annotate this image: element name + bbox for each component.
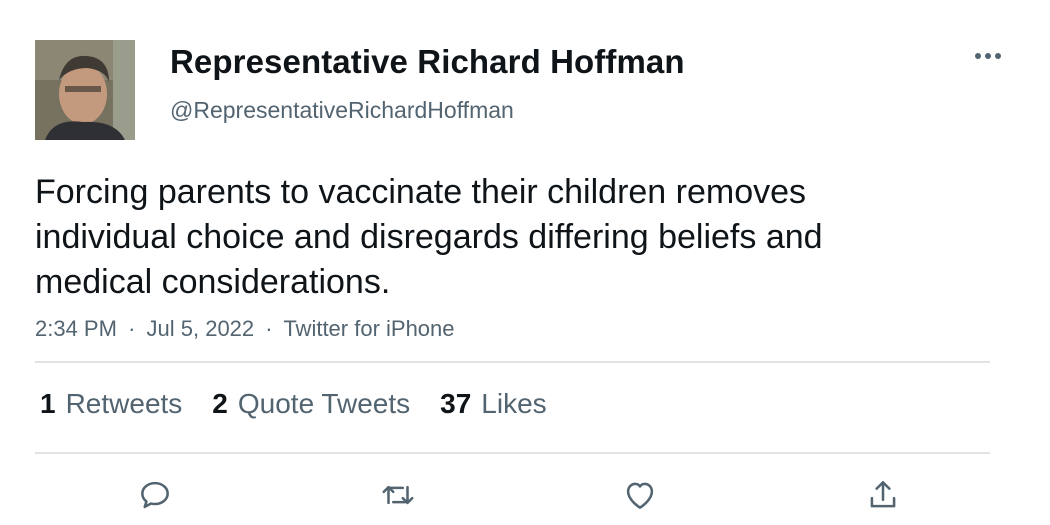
divider — [35, 361, 990, 363]
quote-tweets-count: 2 — [212, 388, 228, 419]
retweets-stat[interactable]: 1 Retweets — [40, 386, 182, 422]
display-name[interactable]: Representative Richard Hoffman — [170, 42, 685, 82]
meta-separator: · — [128, 316, 136, 341]
tweet-metadata: 2:34 PM · Jul 5, 2022 · Twitter for iPho… — [35, 315, 455, 343]
share-icon — [870, 481, 896, 508]
tweet-time[interactable]: 2:34 PM — [35, 316, 117, 341]
likes-stat[interactable]: 37 Likes — [440, 386, 547, 422]
divider — [35, 452, 990, 454]
share-button[interactable] — [858, 470, 908, 520]
action-bar — [0, 470, 1050, 520]
tweet-date[interactable]: Jul 5, 2022 — [147, 316, 255, 341]
avatar-image — [35, 40, 135, 140]
likes-count: 37 — [440, 388, 472, 419]
reply-button[interactable] — [130, 470, 180, 520]
quote-tweets-label: Quote Tweets — [237, 388, 411, 419]
tweet-source[interactable]: Twitter for iPhone — [283, 316, 454, 341]
like-button[interactable] — [615, 470, 665, 520]
reply-icon — [141, 481, 169, 509]
more-dots-icon — [975, 53, 1001, 59]
retweet-button[interactable] — [373, 470, 423, 520]
retweet-icon — [382, 485, 414, 505]
avatar[interactable] — [35, 40, 135, 140]
quote-tweets-stat[interactable]: 2 Quote Tweets — [212, 386, 410, 422]
user-handle[interactable]: @RepresentativeRichardHoffman — [170, 96, 514, 124]
tweet-text: Forcing parents to vaccinate their child… — [35, 173, 823, 301]
heart-icon — [626, 482, 654, 509]
meta-separator: · — [265, 316, 273, 341]
engagement-stats: 1 Retweets 2 Quote Tweets 37 Likes — [40, 386, 547, 422]
retweets-count: 1 — [40, 388, 56, 419]
likes-label: Likes — [481, 388, 547, 419]
more-options-button[interactable] — [968, 44, 1008, 68]
retweets-label: Retweets — [65, 388, 183, 419]
